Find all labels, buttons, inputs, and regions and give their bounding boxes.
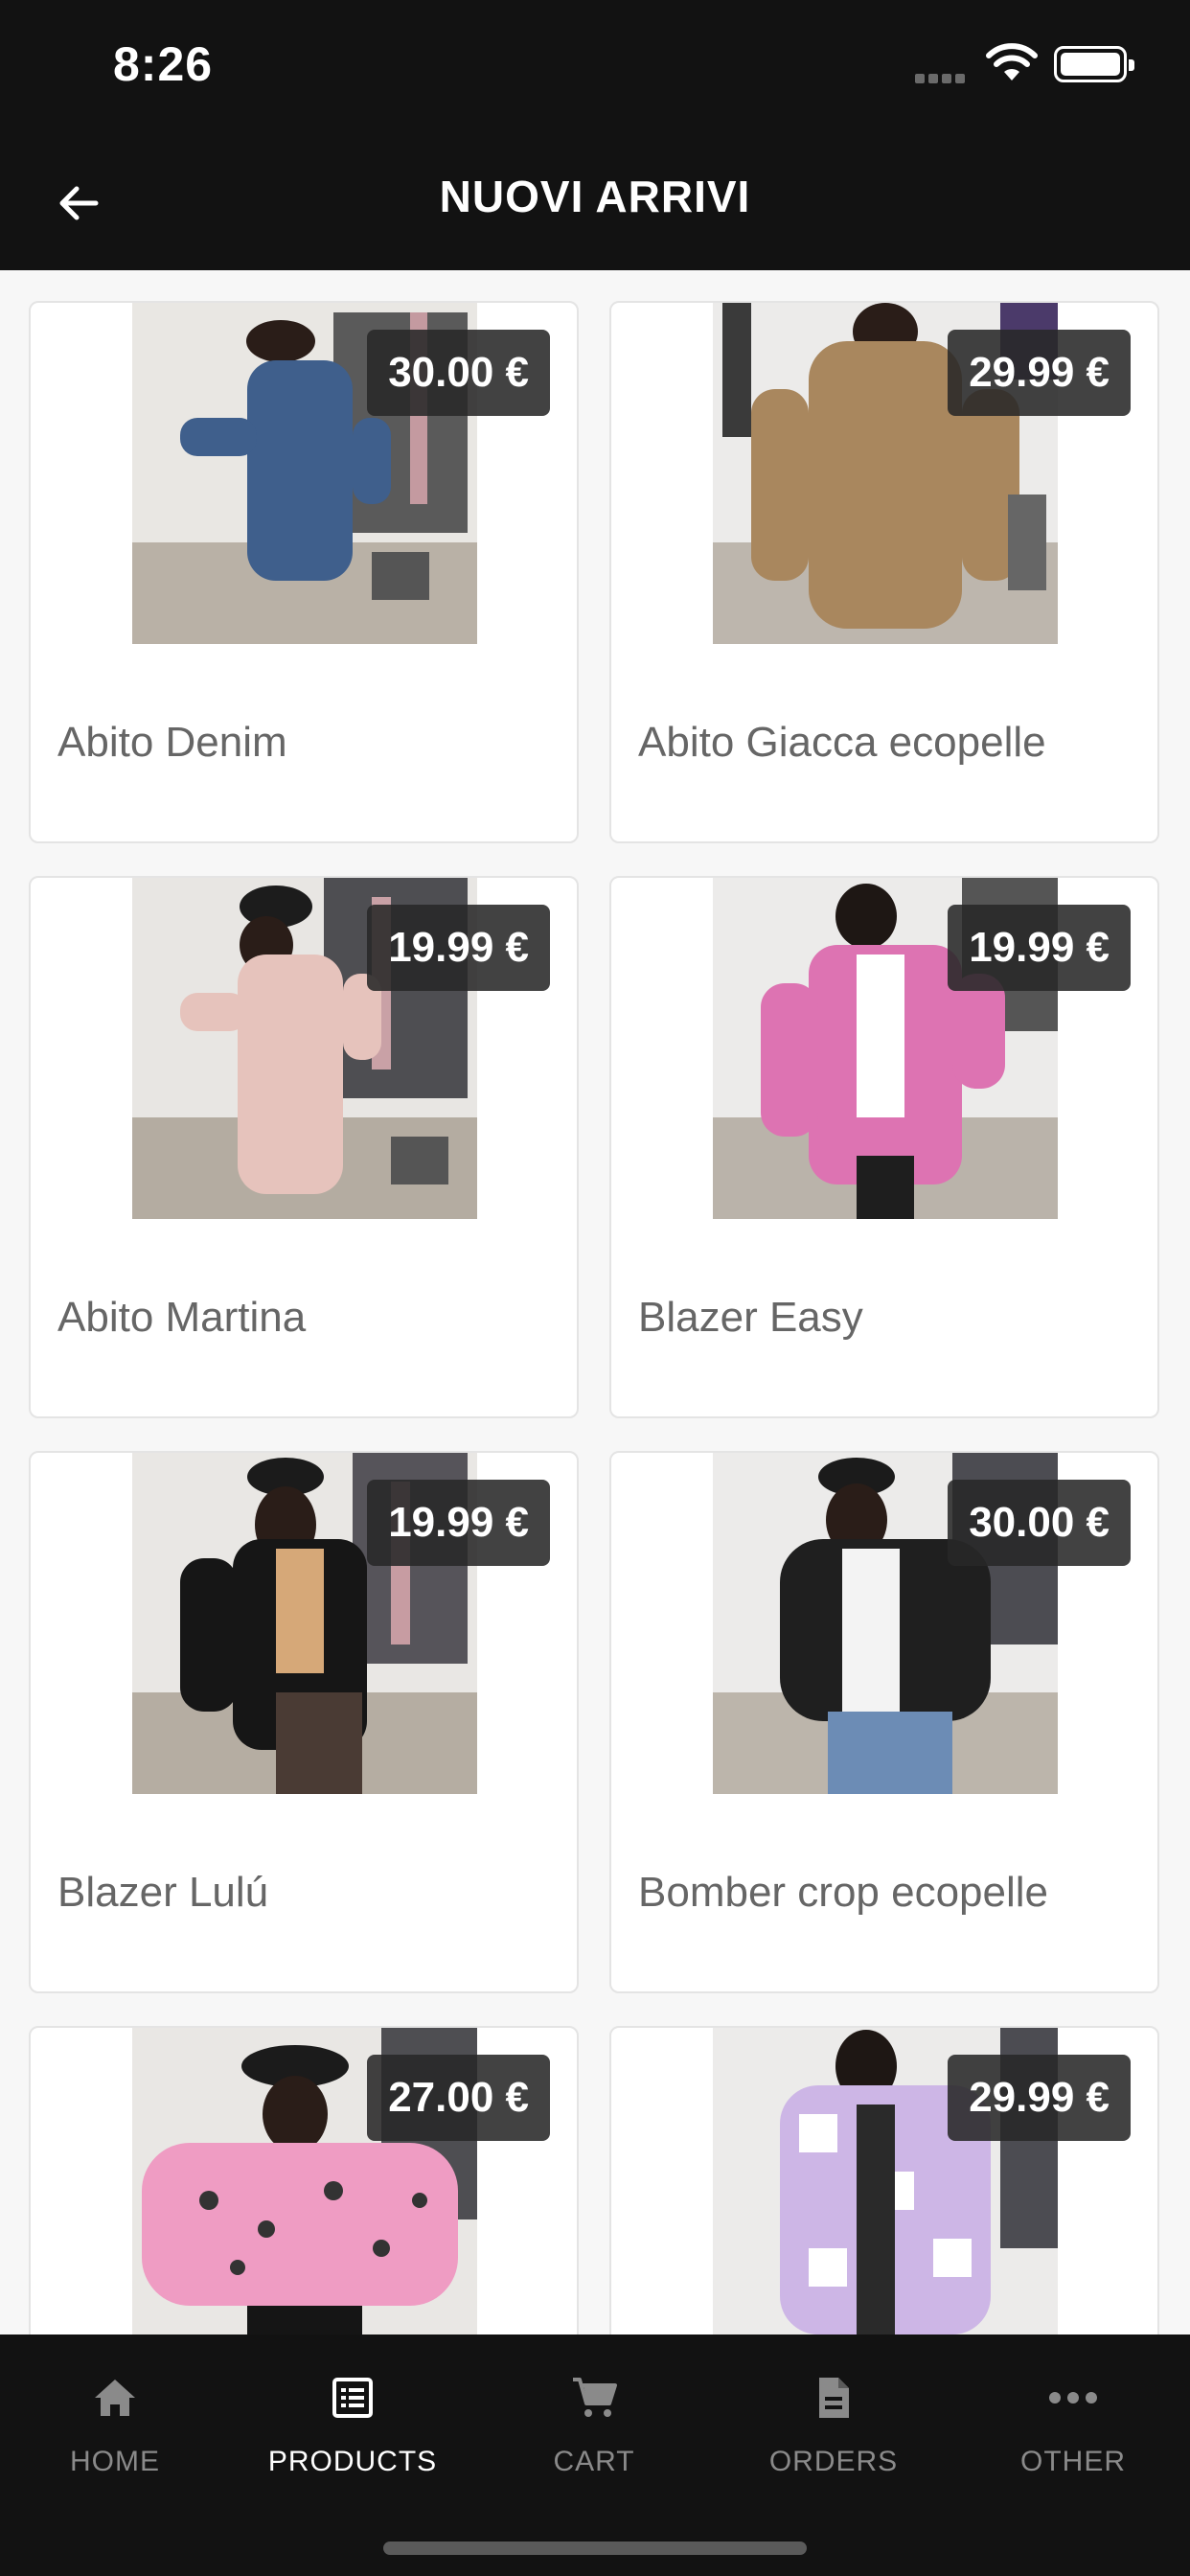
tab-orders[interactable]: ORDERS bbox=[719, 2369, 949, 2484]
product-card[interactable]: 27.00 € bbox=[29, 2026, 579, 2334]
cart-icon bbox=[573, 2378, 617, 2417]
status-bar: 8:26 bbox=[0, 0, 1190, 134]
more-icon bbox=[1049, 2392, 1097, 2404]
home-indicator bbox=[383, 2542, 807, 2555]
price-badge: 19.99 € bbox=[367, 905, 550, 991]
page-title: NUOVI ARRIVI bbox=[439, 172, 751, 221]
price-badge: 19.99 € bbox=[948, 905, 1131, 991]
price-badge: 30.00 € bbox=[948, 1480, 1131, 1566]
product-card[interactable]: 19.99 € Blazer Lulú bbox=[29, 1451, 579, 1993]
document-icon bbox=[819, 2378, 849, 2418]
app-bar: NUOVI ARRIVI bbox=[0, 134, 1190, 270]
product-card[interactable]: 19.99 € Blazer Easy bbox=[609, 876, 1159, 1418]
tab-label: ORDERS bbox=[768, 2446, 899, 2477]
product-name: Blazer Easy bbox=[638, 1294, 863, 1341]
product-card[interactable]: 29.99 € Abito Giacca ecopelle bbox=[609, 301, 1159, 843]
product-name: Abito Denim bbox=[57, 719, 287, 766]
product-grid: 30.00 € Abito Denim 29.99 € Abito Giacca… bbox=[0, 270, 1190, 2334]
product-name: Blazer Lulú bbox=[57, 1869, 269, 1916]
list-icon bbox=[332, 2378, 373, 2418]
price-badge: 27.00 € bbox=[367, 2055, 550, 2141]
wifi-icon bbox=[985, 42, 1039, 84]
home-icon bbox=[95, 2380, 135, 2416]
battery-icon bbox=[1054, 46, 1134, 82]
product-card[interactable]: 30.00 € Bomber crop ecopelle bbox=[609, 1451, 1159, 1993]
price-badge: 30.00 € bbox=[367, 330, 550, 416]
tab-home[interactable]: HOME bbox=[0, 2369, 230, 2484]
price-badge: 29.99 € bbox=[948, 330, 1131, 416]
price-badge: 19.99 € bbox=[367, 1480, 550, 1566]
tab-label: CART bbox=[553, 2446, 635, 2477]
product-card[interactable]: 30.00 € Abito Denim bbox=[29, 301, 579, 843]
product-card[interactable]: 29.99 € bbox=[609, 2026, 1159, 2334]
tab-cart[interactable]: CART bbox=[479, 2369, 709, 2484]
product-card[interactable]: 19.99 € Abito Martina bbox=[29, 876, 579, 1418]
product-name: Abito Martina bbox=[57, 1294, 307, 1341]
status-time: 8:26 bbox=[113, 37, 214, 91]
bottom-tab-bar: HOME PRODUCTS CART ORDERS OTHER bbox=[0, 2334, 1190, 2576]
tab-label: PRODUCTS bbox=[267, 2446, 438, 2477]
product-name: Bomber crop ecopelle bbox=[638, 1869, 1049, 1916]
tab-label: HOME bbox=[70, 2446, 160, 2477]
tab-label: OTHER bbox=[1020, 2446, 1126, 2477]
product-name: Abito Giacca ecopelle bbox=[638, 719, 1046, 766]
tab-products[interactable]: PRODUCTS bbox=[238, 2369, 468, 2484]
tab-other[interactable]: OTHER bbox=[958, 2369, 1188, 2484]
price-badge: 29.99 € bbox=[948, 2055, 1131, 2141]
signal-icon bbox=[915, 71, 973, 83]
